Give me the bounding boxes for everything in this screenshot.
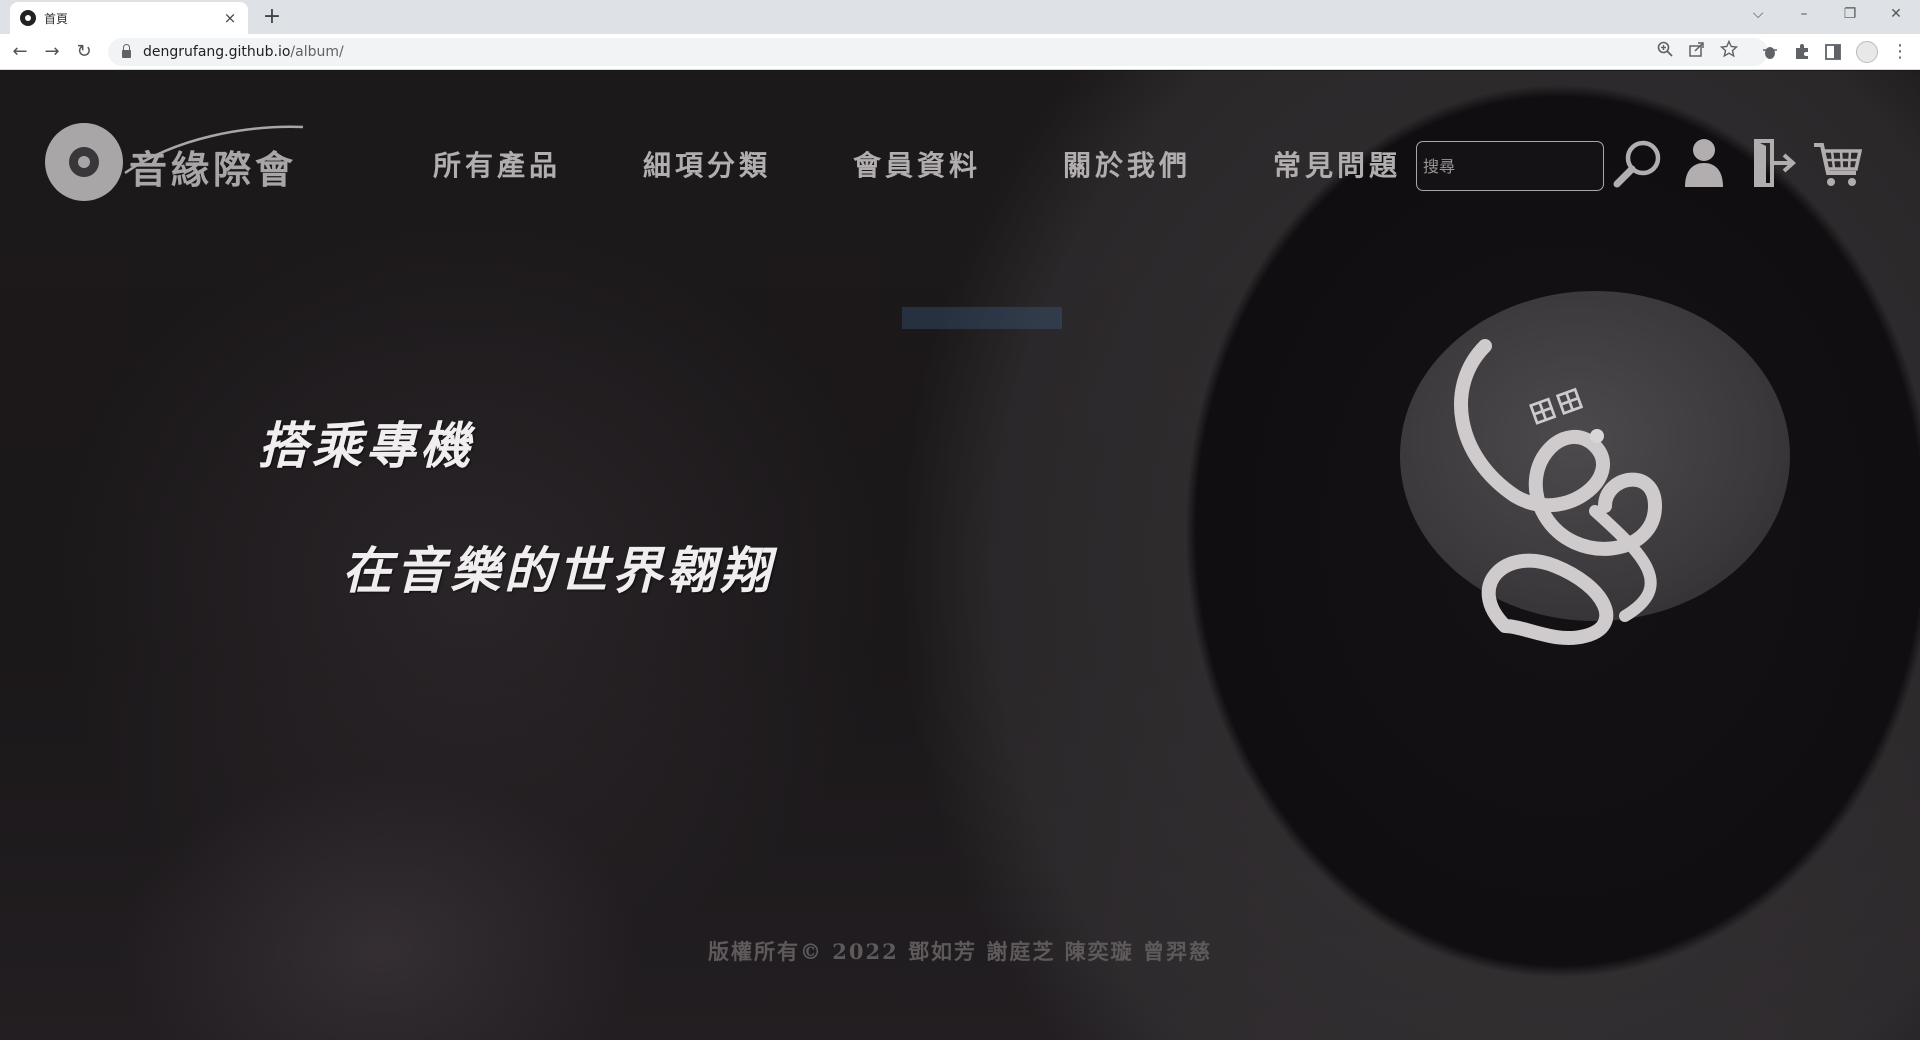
- tab-search-dropdown-icon[interactable]: ⌵: [1738, 0, 1778, 30]
- snake-artwork-image: ⊞⊞: [1454, 339, 1663, 646]
- hero-line-1: 搭乘專機: [258, 416, 474, 475]
- share-icon[interactable]: [1688, 40, 1706, 58]
- cart-icon[interactable]: [1812, 137, 1862, 189]
- url-path: /album/: [290, 44, 344, 60]
- restore-button[interactable]: ❐: [1830, 0, 1870, 30]
- search-input[interactable]: [1416, 141, 1604, 191]
- zoom-icon[interactable]: [1656, 40, 1674, 58]
- svg-text:⊞⊞: ⊞⊞: [1522, 377, 1589, 434]
- nav-item-faq[interactable]: 常見問題: [1232, 141, 1442, 191]
- browser-tabbar: 首頁 × + ⌵ – ❐ ✕: [0, 0, 1920, 34]
- nav-item-all-products[interactable]: 所有產品: [392, 141, 602, 191]
- search-icon[interactable]: [1612, 137, 1664, 189]
- back-button[interactable]: ←: [6, 38, 34, 66]
- profile-avatar[interactable]: [1856, 41, 1878, 63]
- disc-favicon-icon: [20, 10, 36, 26]
- new-tab-button[interactable]: +: [258, 4, 286, 32]
- browser-menu-icon[interactable]: ⋮: [1890, 42, 1910, 62]
- minimize-button[interactable]: –: [1784, 0, 1824, 30]
- nav-item-categories[interactable]: 細項分類: [602, 141, 812, 191]
- hero-line-2: 在音樂的世界翱翔: [342, 541, 774, 600]
- footer-copyright: 版權所有© 2022 鄧如芳 謝庭芝 陳奕璇 曾羿慈: [707, 939, 1212, 964]
- close-window-button[interactable]: ✕: [1876, 0, 1916, 30]
- logout-icon[interactable]: [1752, 137, 1796, 189]
- browser-toolbar: ← → ↻ dengrufang.github.io /album/ ⋮: [0, 34, 1920, 70]
- url-host: dengrufang.github.io: [143, 44, 291, 60]
- tab-close-icon[interactable]: ×: [222, 9, 238, 27]
- browser-tab-active[interactable]: 首頁 ×: [10, 2, 248, 34]
- site-logo[interactable]: 音緣際會: [45, 123, 305, 203]
- bookmark-star-icon[interactable]: [1720, 40, 1738, 58]
- logo-text: 音緣際會: [129, 147, 298, 192]
- user-icon[interactable]: [1682, 137, 1726, 189]
- nav-item-about-us[interactable]: 關於我們: [1022, 141, 1232, 191]
- forward-button[interactable]: →: [38, 38, 66, 66]
- tab-title: 首頁: [44, 11, 69, 26]
- lock-icon: [122, 44, 131, 58]
- page-background: ⊞⊞ 音緣際會 所有產品 細項分類 會員資料 關於我們 常見問題 搜尋 搭乘專機…: [0, 71, 1920, 1040]
- extension-bug-icon[interactable]: [1760, 42, 1780, 62]
- record-spindle: [1590, 429, 1604, 443]
- address-bar[interactable]: dengrufang.github.io /album/: [108, 38, 1768, 66]
- reload-button[interactable]: ↻: [70, 38, 98, 66]
- nav-item-member-info[interactable]: 會員資料: [812, 141, 1022, 191]
- extensions-puzzle-icon[interactable]: [1792, 42, 1812, 62]
- side-panel-icon[interactable]: [1823, 42, 1843, 62]
- tooltip-ghost: [902, 307, 1062, 329]
- main-nav: 所有產品 細項分類 會員資料 關於我們 常見問題: [392, 141, 1442, 191]
